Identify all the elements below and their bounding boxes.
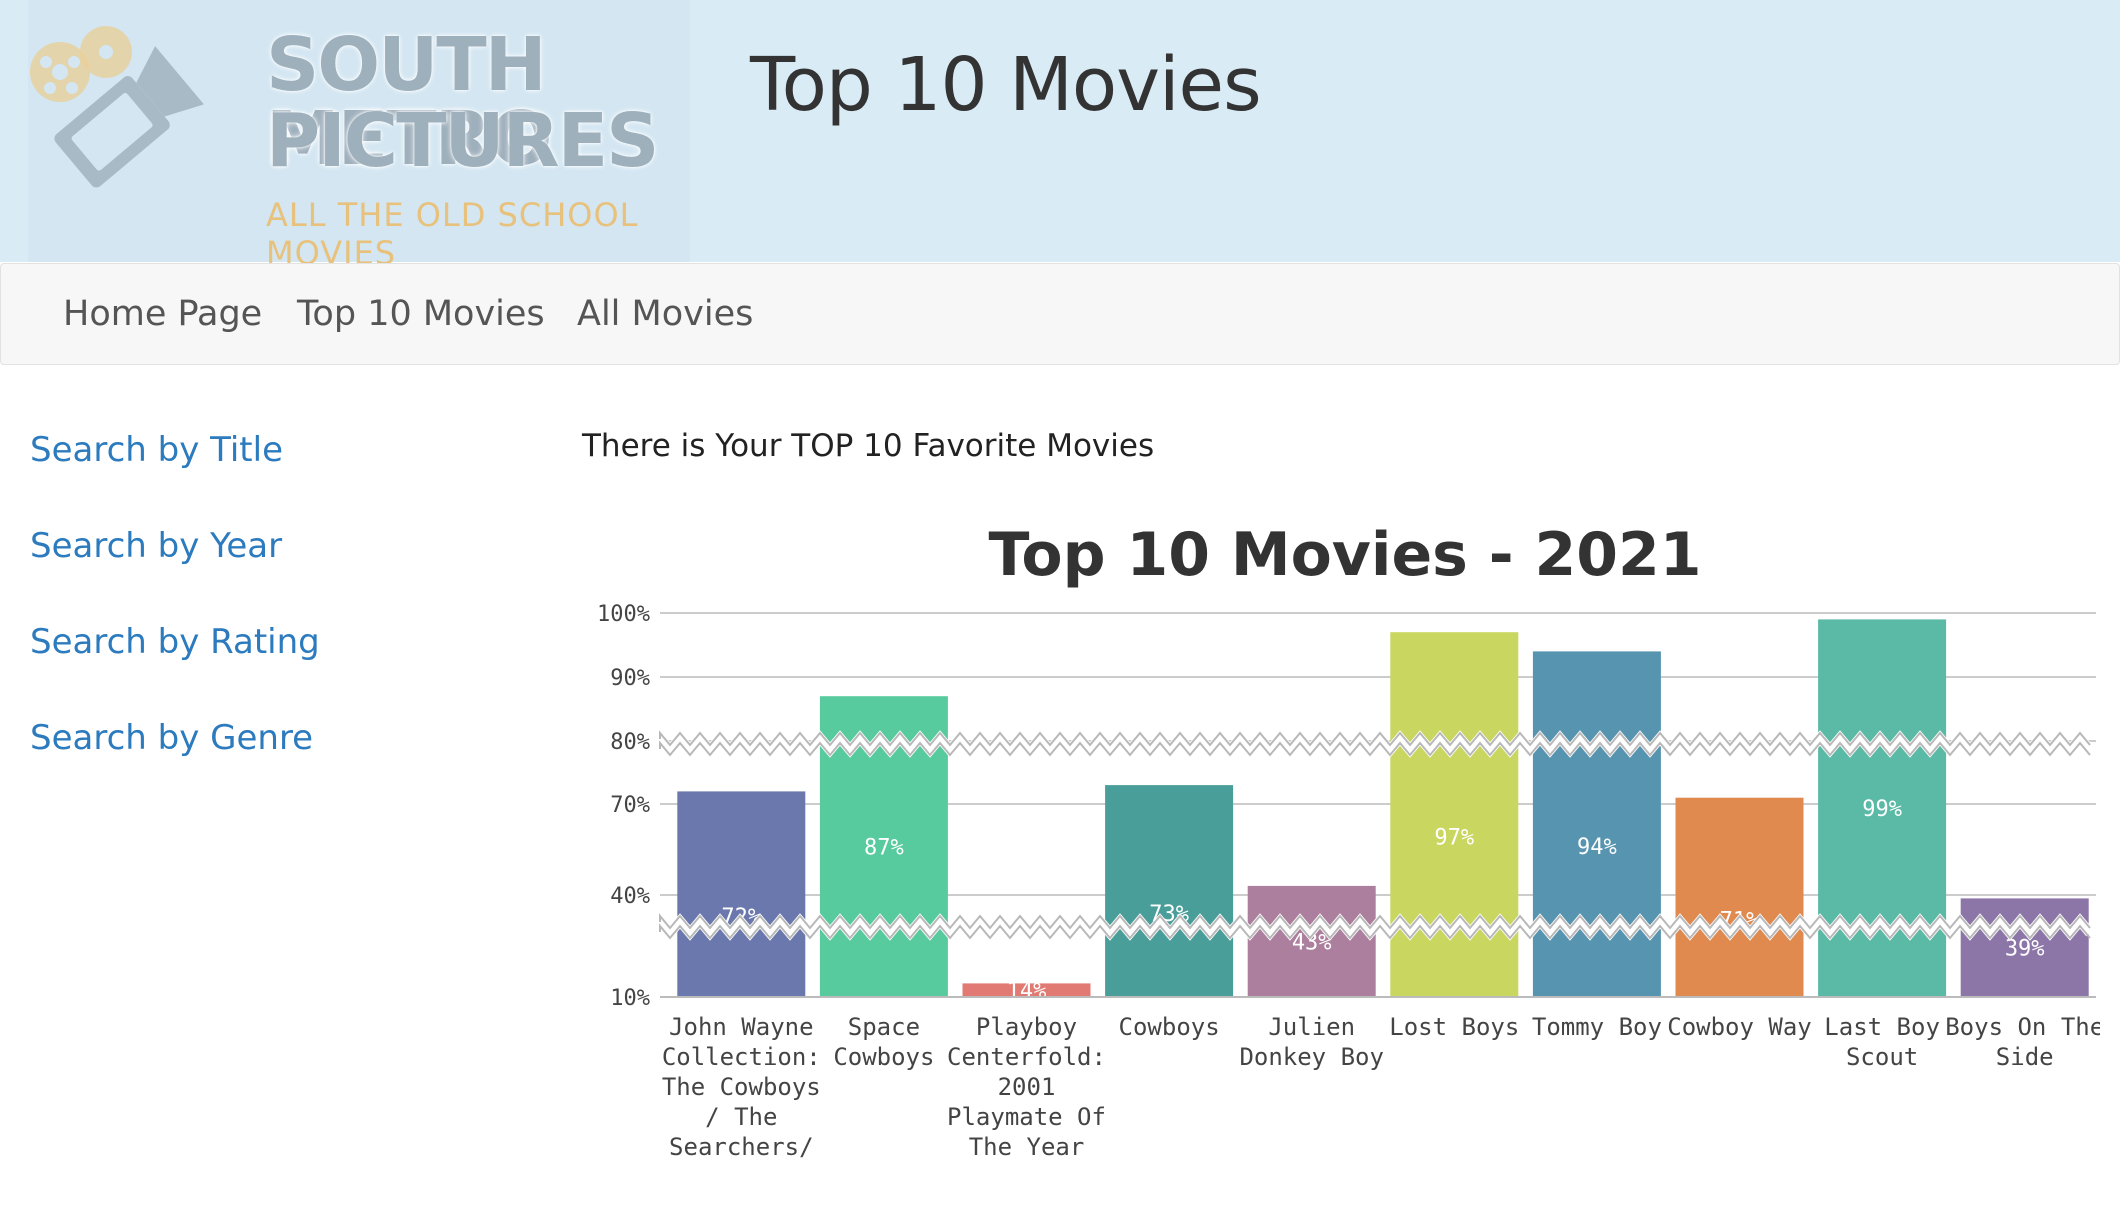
sidebar-search-by-genre[interactable]: Search by Genre xyxy=(30,718,313,758)
x-tick-label: Last Boy Scout xyxy=(1824,1013,1940,1071)
film-camera-icon xyxy=(30,26,204,188)
y-tick-label: 80% xyxy=(610,730,650,755)
x-tick-label: Cowboy Way xyxy=(1667,1013,1812,1041)
brand-name-line2: PICTURES xyxy=(266,98,659,184)
x-tick-label: John Wayne Collection: The Cowboys / The Sea… xyxy=(662,1013,821,1161)
site-header: SOUTH METRO PICTURES ALL THE OLD SCHOOL … xyxy=(0,0,2120,272)
nav-all-movies[interactable]: All Movies xyxy=(577,294,753,334)
data-label: 14% xyxy=(1007,979,1047,1004)
bar xyxy=(1105,785,1234,997)
sidebar-search-by-year[interactable]: Search by Year xyxy=(30,526,282,566)
y-tick-label: 10% xyxy=(610,986,650,1011)
brand-tagline: ALL THE OLD SCHOOL MOVIES xyxy=(266,196,639,272)
x-tick-label: Lost Boys xyxy=(1389,1013,1519,1041)
data-label: 99% xyxy=(1862,797,1902,822)
nav-top-10-movies[interactable]: Top 10 Movies xyxy=(297,294,545,334)
data-label: 94% xyxy=(1577,835,1617,860)
x-tick-label: Julien Donkey Boy xyxy=(1239,1013,1384,1071)
bar xyxy=(677,791,806,997)
chart-title: Top 10 Movies - 2021 xyxy=(988,520,1701,590)
y-tick-label: 90% xyxy=(610,666,650,691)
bar xyxy=(1532,651,1661,997)
y-tick-label: 70% xyxy=(610,793,650,818)
page-title: Top 10 Movies xyxy=(750,42,1262,128)
intro-text: There is Your TOP 10 Favorite Movies xyxy=(582,428,1155,464)
bar xyxy=(1390,632,1519,997)
sidebar-search-by-title[interactable]: Search by Title xyxy=(30,430,283,470)
data-label: 97% xyxy=(1434,826,1474,851)
sidebar-search-by-rating[interactable]: Search by Rating xyxy=(30,622,320,662)
bar xyxy=(1675,797,1804,997)
brand-logo[interactable]: SOUTH METRO PICTURES ALL THE OLD SCHOOL … xyxy=(28,0,690,272)
x-tick-label: Cowboys xyxy=(1119,1013,1220,1041)
y-tick-label: 100% xyxy=(597,602,650,627)
nav-home-page[interactable]: Home Page xyxy=(63,294,262,334)
x-tick-label: Playboy Centerfold: 2001 Playmate Of The Yea… xyxy=(947,1013,1106,1161)
top-movies-chart: Top 10 Movies - 202110%40%70%80%90%100%7… xyxy=(597,520,2100,1161)
x-tick-label: Boys On The Side xyxy=(1945,1013,2100,1071)
x-tick-label: Tommy Boy xyxy=(1532,1013,1662,1041)
x-tick-label: Space Cowboys xyxy=(833,1013,934,1071)
data-label: 39% xyxy=(2005,937,2045,962)
y-tick-label: 40% xyxy=(610,884,650,909)
data-label: 87% xyxy=(864,836,904,861)
main-nav: Home Page Top 10 Movies All Movies xyxy=(0,263,2120,365)
